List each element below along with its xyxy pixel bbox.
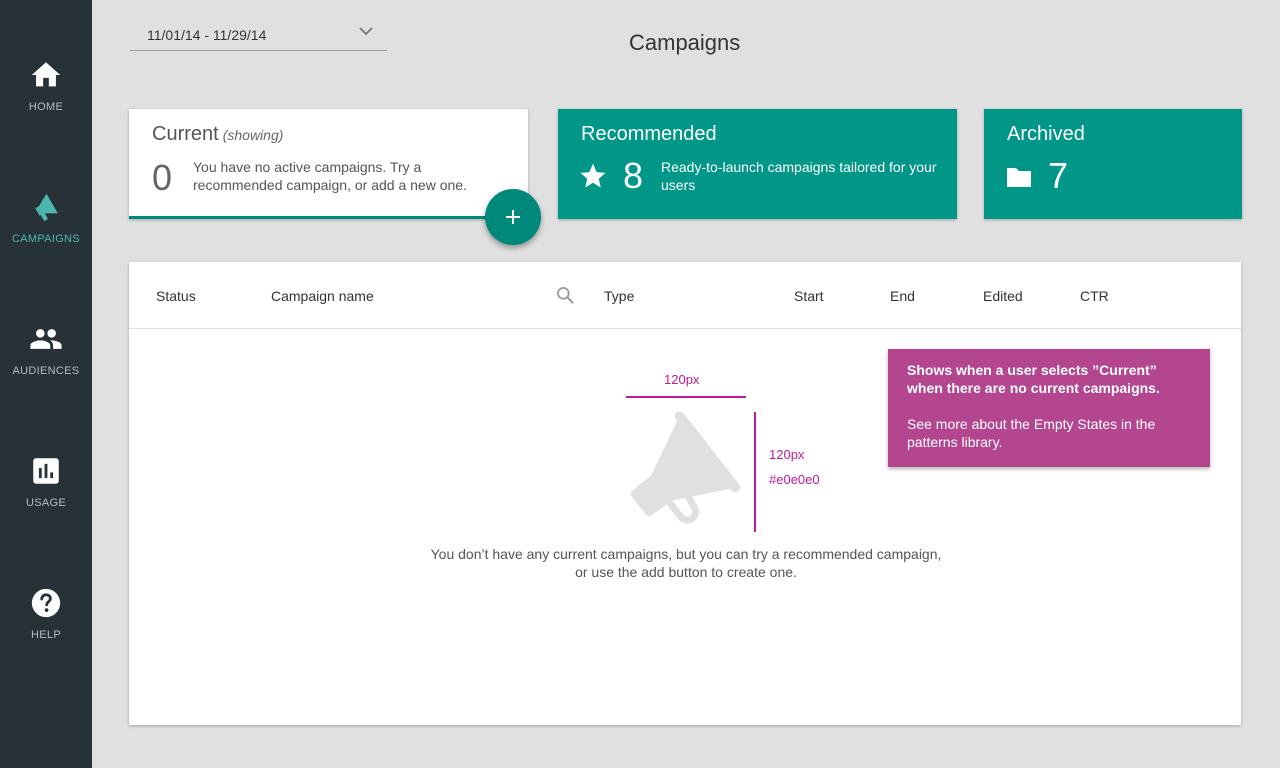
spec-height-line — [754, 412, 756, 532]
nav-label-home: HOME — [28, 101, 64, 113]
date-range-value: 11/01/14 - 11/29/14 — [147, 27, 267, 43]
page-title: Campaigns — [629, 30, 741, 55]
spec-width-label: 120px — [664, 372, 700, 387]
card-title: Current (showing) — [152, 123, 283, 146]
archived-campaigns-card[interactable]: Archived 7 — [984, 109, 1242, 219]
folder-icon — [1007, 168, 1031, 187]
showing-label: (showing) — [222, 127, 284, 143]
spec-color-label: #e0e0e0 — [769, 472, 820, 487]
campaigns-table: Status Campaign name Type Start End Edit… — [129, 262, 1241, 725]
spec-width-line — [626, 396, 746, 398]
column-header-status[interactable]: Status — [156, 288, 196, 304]
megaphone-icon — [630, 411, 741, 524]
empty-state-message: You don’t have any current campaigns, bu… — [430, 546, 942, 580]
star-icon — [580, 163, 606, 188]
add-campaign-button[interactable] — [485, 189, 541, 245]
chevron-down-icon — [359, 27, 373, 36]
recommended-campaigns-card[interactable]: Recommended 8 Ready-to-launch campaigns … — [558, 109, 957, 219]
column-header-ctr[interactable]: CTR — [1080, 288, 1109, 304]
column-header-end[interactable]: End — [890, 288, 915, 304]
plus-icon — [506, 210, 520, 224]
archived-card-title: Archived — [1007, 123, 1085, 145]
archived-count: 7 — [1048, 155, 1069, 196]
current-campaigns-card[interactable]: Current (showing) 0 You have no active ca… — [129, 109, 528, 219]
column-header-edited[interactable]: Edited — [983, 288, 1023, 304]
nav-label-audiences: AUDIENCES — [12, 365, 80, 377]
help-icon — [31, 588, 61, 618]
spec-height-label: 120px — [769, 447, 805, 462]
bar-chart-icon — [33, 458, 59, 484]
date-range-select[interactable]: 11/01/14 - 11/29/14 — [130, 18, 387, 51]
column-header-campaign-name[interactable]: Campaign name — [271, 288, 374, 304]
nav-item-audiences[interactable]: AUDIENCES — [0, 322, 92, 422]
megaphone-icon — [35, 193, 58, 222]
search-icon[interactable] — [555, 285, 575, 305]
recommended-description: Ready-to-launch campaigns tailored for y… — [661, 159, 937, 193]
nav-item-usage[interactable]: USAGE — [0, 454, 92, 554]
nav-item-campaigns[interactable]: CAMPAIGNS — [0, 190, 92, 290]
current-description: You have no active campaigns. Try a reco… — [193, 159, 467, 193]
home-icon — [31, 62, 61, 87]
current-card-title: Current — [152, 123, 219, 145]
nav-label-usage: USAGE — [25, 497, 66, 509]
nav-item-help[interactable]: HELP — [0, 586, 92, 686]
current-count: 0 — [152, 157, 173, 198]
recommended-count: 8 — [623, 155, 644, 196]
column-header-type[interactable]: Type — [604, 288, 634, 304]
annotation-note-text: See more about the Empty States in the p… — [907, 416, 1156, 450]
column-header-start[interactable]: Start — [794, 288, 824, 304]
table-header: Status Campaign name Type Start End Edit… — [129, 262, 1241, 329]
nav-label-campaigns: CAMPAIGNS — [12, 233, 80, 245]
recommended-card-title: Recommended — [581, 123, 717, 145]
people-icon — [30, 329, 62, 349]
nav-label-help: HELP — [31, 629, 61, 641]
nav-item-home[interactable]: HOME — [0, 58, 92, 158]
sidebar: HOME CAMPAIGNS AUDIENCES USAGE HELP — [0, 0, 92, 768]
annotation-note: Shows when a user selects ”Current” when… — [888, 349, 1210, 467]
annotation-note-title: Shows when a user selects ”Current” when… — [907, 362, 1160, 396]
